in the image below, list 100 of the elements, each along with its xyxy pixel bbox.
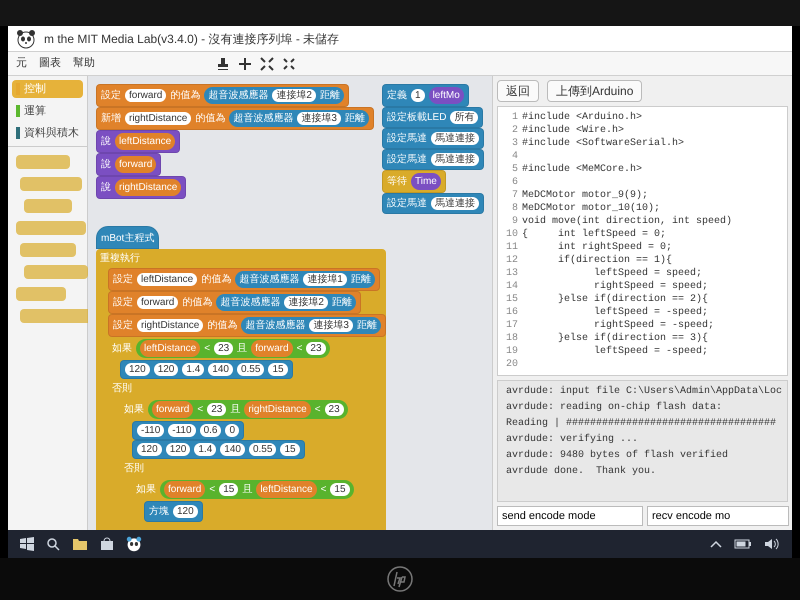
block-label: 距離 (320, 89, 340, 103)
panda-app-icon[interactable] (126, 536, 142, 552)
code-line: leftSpeed = speed; (593, 267, 702, 280)
block-label: 說 (101, 180, 111, 195)
category-item[interactable]: 運算 (12, 102, 83, 120)
block-input[interactable]: 15 (280, 443, 300, 456)
reporter-block[interactable]: forward < 15 且 leftDistance < 15 (160, 480, 354, 499)
block-input[interactable]: 馬達連接 (431, 153, 479, 166)
send-field[interactable]: send encode mode (497, 506, 643, 526)
battery-icon[interactable] (734, 539, 752, 549)
block-input[interactable]: 23 (324, 403, 344, 416)
shrink-icon[interactable] (282, 56, 296, 70)
command-block[interactable]: 120 120 1.4 140 0.55 15 (132, 440, 305, 459)
block-input[interactable]: 1.4 (182, 363, 204, 376)
line-number: 5 (510, 163, 519, 176)
command-block[interactable]: 說 rightDistance (96, 176, 186, 199)
block-input[interactable]: 120 (137, 443, 162, 456)
block-input[interactable]: 0.55 (236, 363, 264, 376)
menu-item[interactable]: 圖表 (39, 55, 61, 72)
block-label: 超音波感應器 (239, 272, 300, 287)
reporter-block[interactable]: 超音波感應器 連接埠2 距離 (216, 294, 356, 311)
control-block[interactable] (96, 249, 386, 530)
block-input[interactable]: forward (137, 296, 178, 309)
stamp-icon[interactable] (216, 56, 230, 70)
command-block[interactable]: 方塊 120 (144, 501, 203, 522)
block-input[interactable]: 23 (207, 403, 226, 416)
hat-block[interactable]: mBot主程式 (96, 226, 160, 249)
menu-item[interactable]: 元 (16, 55, 27, 72)
block-input[interactable]: 連接埠3 (297, 112, 341, 125)
block-label: 設定馬達 (387, 132, 427, 146)
chevron-up-icon[interactable] (710, 539, 722, 549)
block-label: rightDistance (248, 403, 307, 417)
block-input[interactable]: 連接埠3 (309, 319, 353, 332)
command-block[interactable]: 說 leftDistance (96, 130, 180, 153)
block-input[interactable]: 0 (225, 424, 240, 437)
block-input[interactable]: 0.55 (248, 443, 276, 456)
command-block[interactable]: 設定馬達 馬達連接 (382, 128, 484, 149)
command-block[interactable]: 等待 Time (382, 170, 446, 193)
command-block[interactable]: 設定 rightDistance 的值為 超音波感應器 連接埠3 距離 (108, 314, 386, 337)
block-input[interactable]: 120 (173, 505, 198, 518)
block-input[interactable]: 馬達連接 (431, 132, 479, 145)
shopping-bag-icon[interactable] (100, 537, 114, 551)
command-block[interactable]: 設定板載LED 所有 (382, 107, 484, 128)
block-input[interactable]: 15 (330, 483, 350, 496)
code-editor[interactable] (497, 106, 788, 376)
block-input[interactable]: 15 (219, 483, 238, 496)
reporter-block[interactable]: 超音波感應器 連接埠1 距離 (235, 271, 375, 288)
block-input[interactable]: 140 (208, 363, 233, 376)
command-block[interactable]: 設定馬達 馬達連接 (382, 193, 484, 214)
block-input[interactable]: rightDistance (125, 112, 192, 125)
speaker-icon[interactable] (764, 537, 780, 551)
block-input[interactable]: 120 (125, 363, 150, 376)
menu-item[interactable]: 幫助 (73, 55, 95, 72)
block-label: 設定 (101, 88, 121, 103)
block-input[interactable]: 連接埠2 (272, 89, 316, 102)
command-block[interactable]: 設定 forward 的值為 超音波感應器 連接埠2 距離 (108, 291, 361, 314)
toolbar-button[interactable]: 返回 (497, 80, 539, 102)
expand-icon[interactable] (260, 56, 274, 70)
block-input[interactable]: 1.4 (194, 443, 216, 456)
reporter-block[interactable]: leftDistance < 23 且 forward < 23 (136, 339, 330, 358)
command-block[interactable]: 設定 leftDistance 的值為 超音波感應器 連接埠1 距離 (108, 268, 380, 291)
command-block[interactable]: 說 forward (96, 153, 162, 176)
reporter-block[interactable]: 超音波感應器 連接埠3 距離 (229, 110, 369, 127)
block-label: 的值為 (207, 319, 238, 333)
reporter-block[interactable]: 超音波感應器 連接埠2 距離 (204, 87, 344, 104)
reporter-block[interactable]: Time (411, 173, 441, 190)
block-label: leftDistance (119, 135, 172, 149)
block-input[interactable]: 140 (220, 443, 245, 456)
reporter-block[interactable]: 超音波感應器 連接埠3 距離 (241, 317, 381, 334)
block-input[interactable]: 1 (411, 89, 425, 102)
reporter-block[interactable]: forward < 23 且 rightDistance < 23 (148, 400, 348, 419)
category-item[interactable]: 資料與積木 (12, 124, 83, 142)
block-input[interactable]: 0.6 (200, 424, 222, 437)
block-label: leftMo (432, 89, 460, 103)
block-input[interactable]: -110 (137, 424, 164, 437)
search-icon[interactable] (46, 537, 60, 551)
block-input[interactable]: 馬達連接 (431, 197, 479, 210)
block-input[interactable]: 連接埠1 (303, 273, 347, 286)
reporter-block[interactable]: leftMo (428, 87, 464, 104)
block-input[interactable]: 23 (214, 342, 234, 355)
block-input[interactable]: forward (125, 89, 166, 102)
command-block[interactable]: 120 120 1.4 140 0.55 15 (120, 360, 293, 379)
command-block[interactable]: 新增 rightDistance 的值為 超音波感應器 連接埠3 距離 (96, 107, 374, 130)
command-block[interactable]: 設定 forward 的值為 超音波感應器 連接埠2 距離 (96, 84, 349, 107)
block-input[interactable]: rightDistance (137, 319, 204, 332)
block-input[interactable]: 23 (306, 342, 326, 355)
toolbar-button[interactable]: 上傳到Arduino (547, 80, 642, 102)
block-input[interactable]: 所有 (450, 111, 478, 124)
block-input[interactable]: 120 (154, 363, 178, 376)
command-block[interactable]: -110 -110 0.6 0 (132, 421, 244, 440)
block-input[interactable]: leftDistance (137, 273, 198, 286)
windows-logo-icon[interactable] (20, 537, 34, 551)
block-input[interactable]: 120 (166, 443, 190, 456)
folder-icon[interactable] (72, 537, 88, 551)
block-input[interactable]: 15 (268, 363, 288, 376)
recv-field[interactable]: recv encode mo (647, 506, 789, 526)
block-input[interactable]: -110 (168, 424, 196, 437)
block-input[interactable]: 連接埠2 (284, 296, 328, 309)
command-block[interactable]: 設定馬達 馬達連接 (382, 149, 484, 170)
command-block[interactable]: 定義 1 leftMo (382, 84, 469, 107)
